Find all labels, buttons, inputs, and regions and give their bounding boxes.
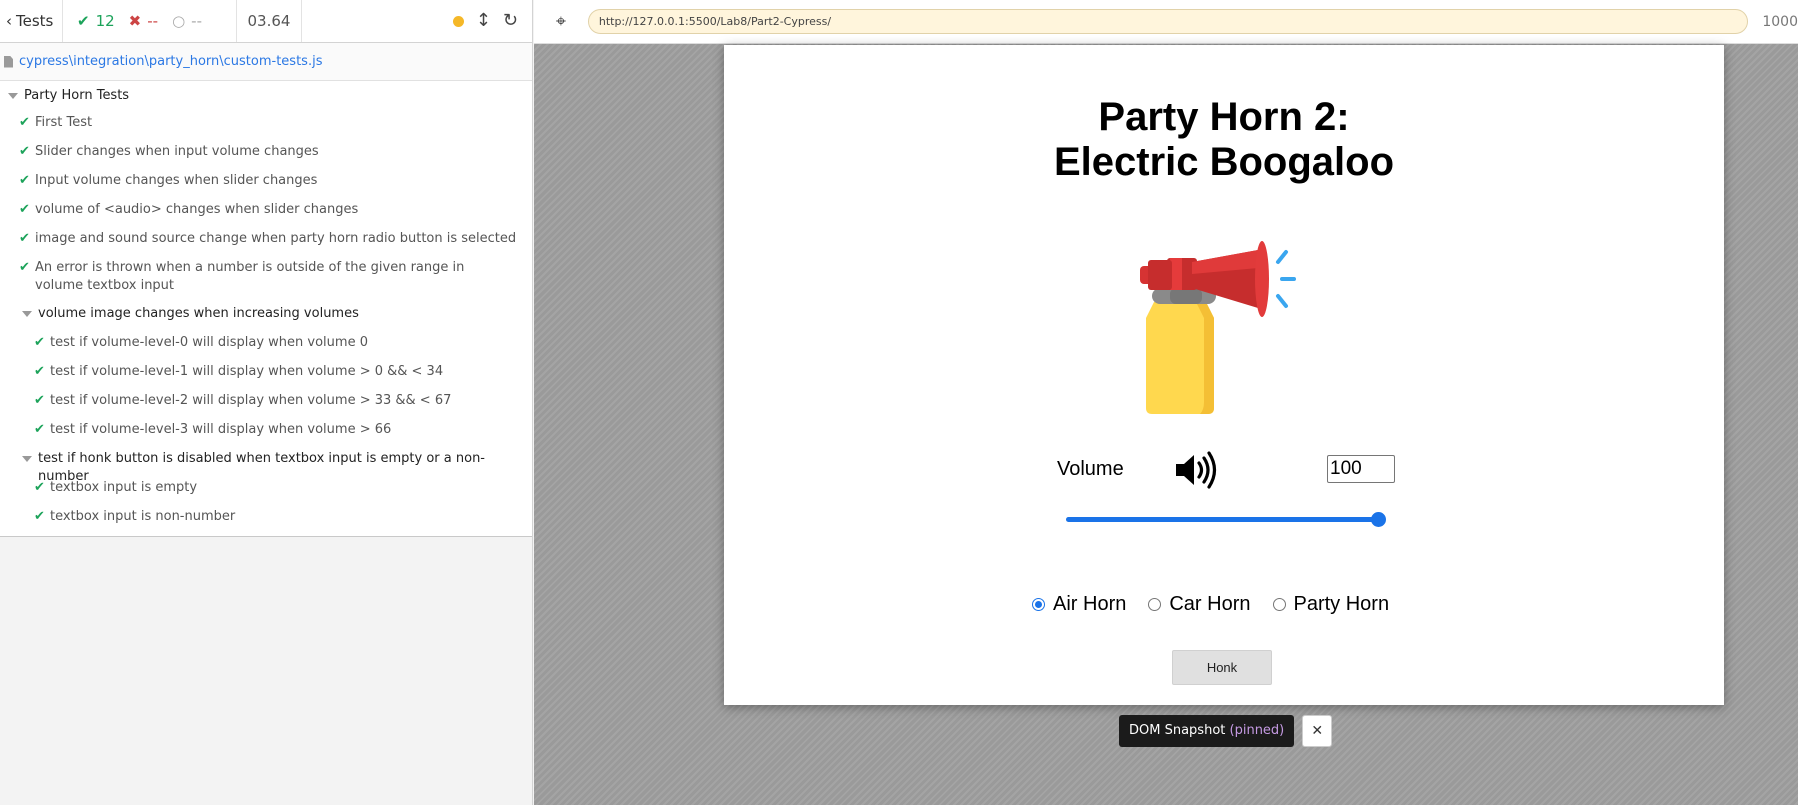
test-item[interactable]: ✔ An error is thrown when a number is ou… <box>0 254 532 300</box>
check-icon: ✔ <box>19 173 30 188</box>
check-icon: ✔ <box>34 509 45 524</box>
volume-slider[interactable] <box>1066 512 1386 527</box>
test-item[interactable]: ✔ Input volume changes when slider chang… <box>0 167 532 196</box>
horn-radio-group: Air Horn Car Horn Party Horn <box>1032 593 1411 616</box>
spec-file-path[interactable]: cypress\integration\party_horn\custom-te… <box>0 43 532 81</box>
suite-party-horn-tests[interactable]: Party Horn Tests <box>0 81 532 109</box>
check-icon: ✔ <box>19 144 30 159</box>
reporter-header: ‹ Tests ✔ 12 ✖ -- ○ -- 03.64 ↕ ↻ <box>0 0 532 43</box>
run-duration: 03.64 <box>237 0 302 42</box>
test-item[interactable]: ✔ volume of <audio> changes when slider … <box>0 196 532 225</box>
caret-down-icon <box>22 311 32 317</box>
viewport-size: 1000 <box>1762 13 1798 30</box>
check-icon: ✔ <box>77 12 90 30</box>
radio-button[interactable] <box>1272 598 1286 611</box>
rerun-icon[interactable]: ↻ <box>503 12 518 30</box>
failed-count: ✖ -- <box>128 12 159 30</box>
test-item[interactable]: ✔ test if volume-level-1 will display wh… <box>0 358 532 387</box>
test-runnables: Party Horn Tests ✔ First Test ✔ Slider c… <box>0 81 532 537</box>
chevron-left-icon: ‹ <box>6 12 12 30</box>
auto-scroll-icon[interactable]: ↕ <box>476 12 491 30</box>
suite-honk-button-disabled[interactable]: test if honk button is disabled when tex… <box>0 445 532 484</box>
check-icon: ✔ <box>34 364 45 379</box>
test-item[interactable]: ✔ image and sound source change when par… <box>0 225 532 254</box>
aut-header: ⌖ http://127.0.0.1:5500/Lab8/Part2-Cypre… <box>534 0 1798 44</box>
air-horn-image <box>1140 241 1296 414</box>
reporter-controls: ↕ ↻ <box>302 0 532 42</box>
check-icon: ✔ <box>19 202 30 217</box>
caret-down-icon <box>8 93 18 99</box>
aut-pane: ⌖ http://127.0.0.1:5500/Lab8/Part2-Cypre… <box>534 0 1798 805</box>
url-bar[interactable]: http://127.0.0.1:5500/Lab8/Part2-Cypress… <box>587 9 1749 34</box>
slider-fill <box>1066 517 1378 522</box>
x-icon: ✖ <box>128 12 142 30</box>
passed-count: ✔ 12 <box>77 12 115 30</box>
check-icon: ✔ <box>34 422 45 437</box>
test-counts: ✔ 12 ✖ -- ○ -- <box>63 0 237 42</box>
volume-level-3-icon <box>1176 451 1217 489</box>
reporter-panel: ‹ Tests ✔ 12 ✖ -- ○ -- 03.64 ↕ ↻ cypress <box>0 0 533 805</box>
slider-thumb[interactable] <box>1371 512 1386 527</box>
radio-air-horn[interactable]: Air Horn <box>1032 593 1126 616</box>
check-icon: ✔ <box>19 260 30 275</box>
volume-number-input[interactable] <box>1327 455 1395 483</box>
test-item[interactable]: ✔ Slider changes when input volume chang… <box>0 138 532 167</box>
volume-label: Volume <box>1057 458 1124 480</box>
app-iframe: Party Horn 2: Electric Boogaloo Volume 1… <box>724 45 1724 705</box>
honk-button[interactable]: Honk <box>1172 650 1272 685</box>
radio-party-horn[interactable]: Party Horn <box>1272 593 1389 616</box>
suite-volume-image[interactable]: volume image changes when increasing vol… <box>0 300 532 329</box>
selector-playground-icon[interactable]: ⌖ <box>534 11 588 32</box>
test-item[interactable]: ✔ test if volume-level-0 will display wh… <box>0 329 532 358</box>
radio-button[interactable] <box>1148 598 1162 611</box>
circle-icon: ○ <box>172 12 186 30</box>
back-label: Tests <box>16 12 54 30</box>
running-indicator-dot <box>452 15 464 27</box>
check-icon: ✔ <box>19 231 30 246</box>
check-icon: ✔ <box>34 335 45 350</box>
check-icon: ✔ <box>34 480 45 495</box>
dom-snapshot-label: DOM Snapshot (pinned) <box>1119 715 1295 747</box>
test-item[interactable]: ✔ First Test <box>0 109 532 138</box>
check-icon: ✔ <box>19 115 30 130</box>
test-item[interactable]: ✔ textbox input is non-number <box>0 503 532 532</box>
radio-button-checked[interactable] <box>1032 598 1045 611</box>
radio-car-horn[interactable]: Car Horn <box>1148 593 1251 616</box>
caret-down-icon <box>22 456 32 462</box>
dom-snapshot-bar: DOM Snapshot (pinned) ✕ <box>1119 715 1333 747</box>
page-title: Party Horn 2: Electric Boogaloo <box>1053 95 1395 184</box>
test-item[interactable]: ✔ test if volume-level-3 will display wh… <box>0 416 532 445</box>
file-icon <box>4 55 13 68</box>
check-icon: ✔ <box>34 393 45 408</box>
pending-count: ○ -- <box>172 12 202 30</box>
test-item[interactable]: ✔ test if volume-level-2 will display wh… <box>0 387 532 416</box>
back-to-tests-button[interactable]: ‹ Tests <box>0 0 63 42</box>
close-snapshot-button[interactable]: ✕ <box>1302 715 1333 747</box>
